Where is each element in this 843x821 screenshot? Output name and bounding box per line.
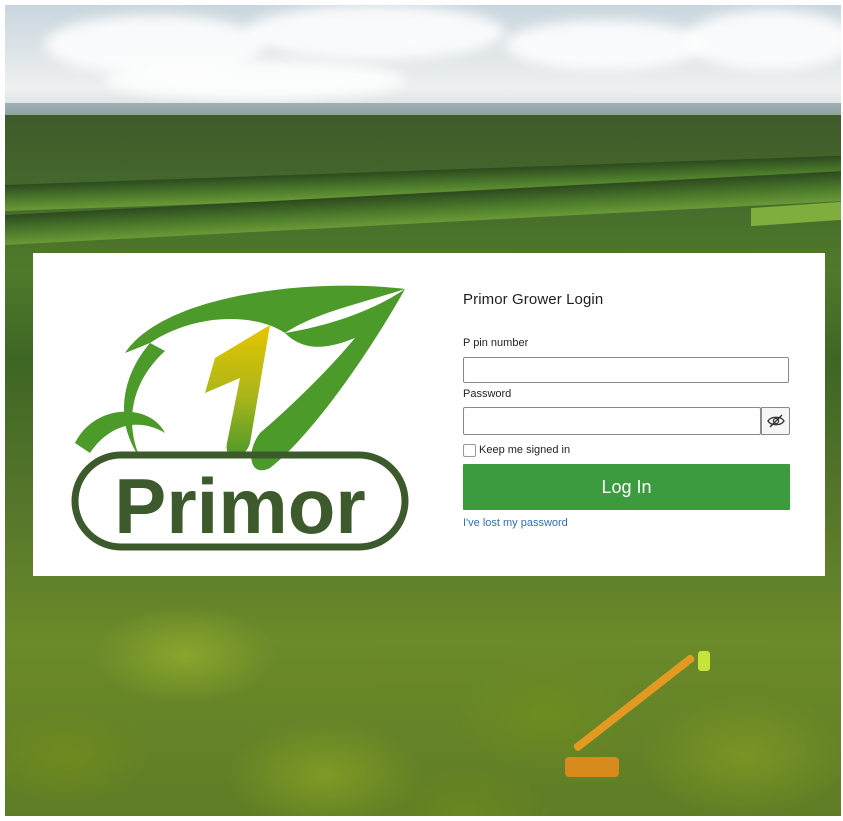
worker <box>698 651 710 671</box>
password-input[interactable] <box>463 407 761 435</box>
toggle-password-visibility-button[interactable] <box>761 407 790 435</box>
cloud <box>105 60 405 100</box>
lost-password-link[interactable]: I've lost my password <box>463 517 568 529</box>
pin-input[interactable] <box>463 357 789 383</box>
lift-base <box>565 757 619 777</box>
password-field-group <box>463 407 790 435</box>
pin-label: P pin number <box>463 337 529 349</box>
form-title: Primor Grower Login <box>463 291 604 308</box>
cloud <box>505 20 705 70</box>
primor-logo: Primor <box>71 285 409 551</box>
leaf-swirl <box>75 411 165 453</box>
remember-me-row: Keep me signed in <box>463 443 570 457</box>
remember-me-checkbox[interactable] <box>463 443 476 457</box>
login-button[interactable]: Log In <box>463 464 790 510</box>
cloud <box>685 10 841 70</box>
cloud <box>245 5 505 60</box>
remember-me-label[interactable]: Keep me signed in <box>479 444 570 456</box>
logo-wordmark: Primor <box>114 462 365 550</box>
password-label: Password <box>463 388 512 400</box>
login-card: Primor Primor Grower Login P pin number … <box>33 253 825 576</box>
eye-slash-icon <box>766 414 785 428</box>
leaf-left <box>123 343 165 458</box>
